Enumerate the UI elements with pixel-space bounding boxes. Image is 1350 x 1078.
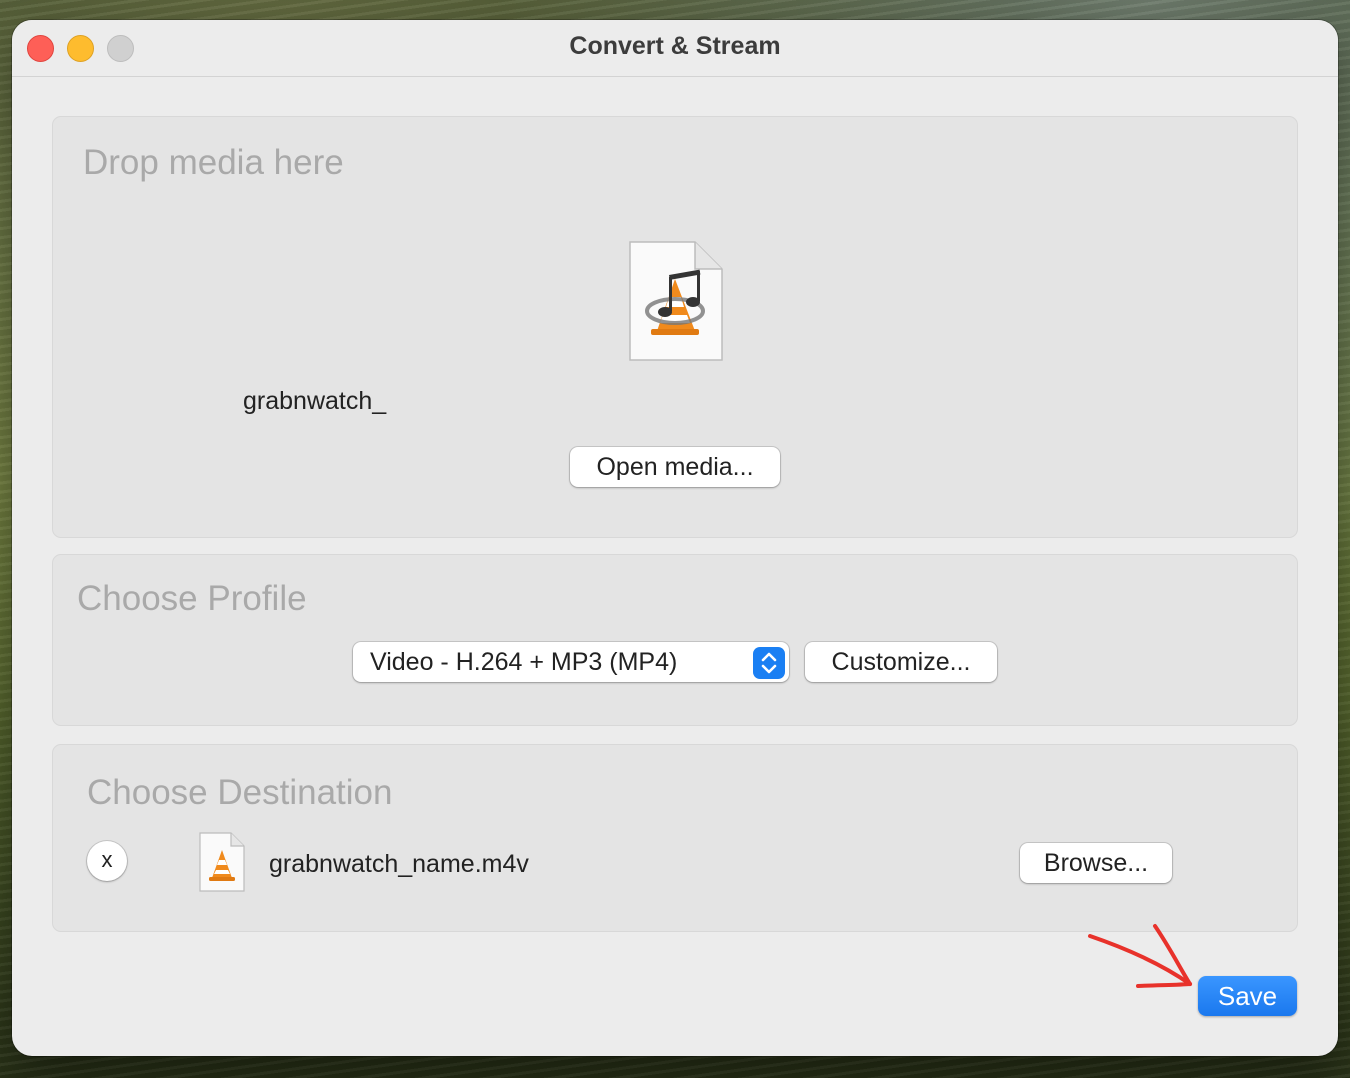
browse-button[interactable]: Browse... bbox=[1020, 843, 1172, 883]
choose-profile-panel: Choose Profile Video - H.264 + MP3 (MP4)… bbox=[52, 554, 1298, 726]
title-bar[interactable]: Convert & Stream bbox=[12, 20, 1338, 77]
profile-selected-value: Video - H.264 + MP3 (MP4) bbox=[370, 648, 678, 676]
vlc-file-icon bbox=[199, 832, 245, 892]
profile-select[interactable]: Video - H.264 + MP3 (MP4) bbox=[353, 642, 789, 682]
annotation-arrow-icon bbox=[1088, 924, 1192, 988]
drop-media-heading: Drop media here bbox=[83, 143, 344, 182]
drop-media-panel[interactable]: Drop media here grabnwatch_ Open media..… bbox=[52, 116, 1298, 538]
stepper-icon bbox=[753, 647, 785, 679]
choose-profile-heading: Choose Profile bbox=[77, 579, 307, 618]
destination-file-name: grabnwatch_name.m4v bbox=[269, 850, 529, 878]
media-file-icon bbox=[629, 241, 723, 361]
source-file-name: grabnwatch_ bbox=[243, 387, 387, 415]
convert-stream-window: Convert & Stream Drop media here grabnwa… bbox=[12, 20, 1338, 1056]
customize-button[interactable]: Customize... bbox=[805, 642, 997, 682]
open-media-button[interactable]: Open media... bbox=[570, 447, 780, 487]
window-title: Convert & Stream bbox=[569, 32, 781, 60]
remove-destination-button[interactable]: x bbox=[87, 841, 127, 881]
choose-destination-heading: Choose Destination bbox=[87, 773, 393, 812]
choose-destination-panel: Choose Destination x grabnwatch_name.m4v… bbox=[52, 744, 1298, 932]
save-button[interactable]: Save bbox=[1198, 976, 1297, 1016]
